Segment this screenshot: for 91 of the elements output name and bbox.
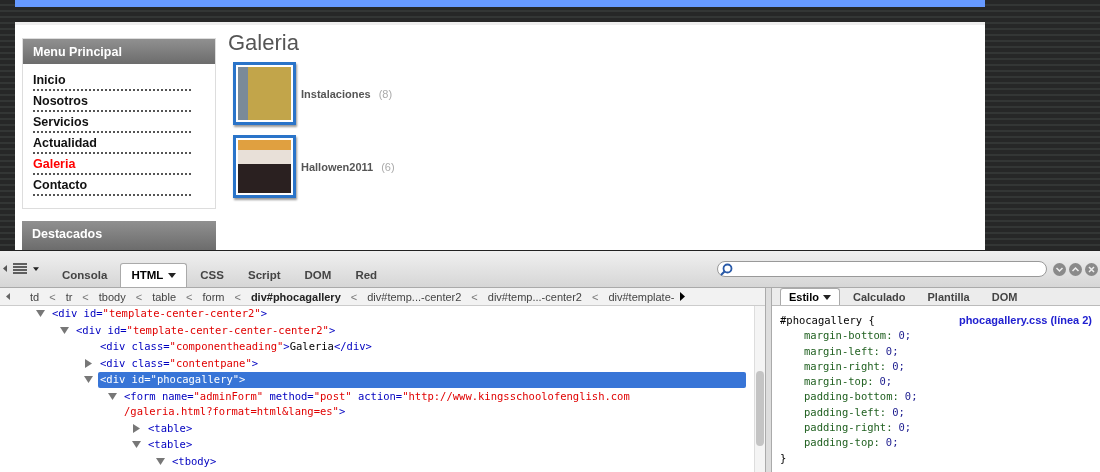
breadcrumb-separator: < [48,290,57,303]
left-arrow-icon[interactable] [6,293,10,300]
breadcrumb-item[interactable]: tbody [92,290,132,303]
album-count: (6) [381,160,395,173]
css-property: margin-bottom: [804,328,893,344]
panel-tab[interactable]: Script [236,263,292,287]
css-selector: #phocagallery { [780,313,875,328]
menu-link[interactable]: Actualidad [33,133,191,154]
album-thumbnail[interactable] [233,62,296,125]
menu-link[interactable]: Nosotros [33,91,191,112]
page-heading: Galeria [228,30,300,56]
collapsed-triangle-icon[interactable] [132,423,141,433]
album-link[interactable]: Instalaciones [301,87,371,100]
panel-tab[interactable]: HTML [120,263,188,287]
search-icon [720,262,733,276]
css-value: 0; [898,420,912,436]
breadcrumb-separator: < [233,290,242,303]
chevron-up-icon[interactable] [1069,262,1082,276]
breadcrumb-item[interactable]: tr [59,290,79,303]
breadcrumb-item[interactable]: div#temp...-center2 [481,290,588,303]
css-value: 0; [898,328,912,344]
right-arrow-icon[interactable] [680,292,686,301]
menu-link[interactable]: Galeria [33,154,191,175]
expanded-triangle-icon[interactable] [132,440,141,450]
breadcrumb-separator: < [134,290,144,303]
album-link[interactable]: Hallowen2011 [301,160,374,173]
menu-link[interactable]: Inicio [33,70,191,91]
side-panel-tab[interactable]: Plantilla [918,288,979,305]
closing-brace: } [780,450,788,466]
html-node[interactable]: <form name="adminForm" method="post" action="http://www.kingsschoolofenglish.com /galeria.html?format=html&lang=es"> [122,388,746,420]
css-property: padding-top: [804,435,880,451]
stylesheet-link[interactable]: phocagallery.css (línea 2) [958,313,1092,329]
css-property: margin-right: [804,358,887,374]
html-node[interactable]: <table> [146,420,746,436]
breadcrumb-separator: < [185,290,194,303]
css-value: 0; [885,343,899,359]
featured-title: Destacados [22,221,216,250]
css-value: 0; [892,358,905,374]
menu-link[interactable]: Contacto [33,175,191,196]
breadcrumb-separator: < [81,290,90,303]
css-value: 0; [904,389,918,405]
expanded-triangle-icon[interactable] [60,325,69,335]
breadcrumb-item[interactable]: form [196,290,231,303]
caret-icon[interactable] [822,294,831,300]
scrollbar[interactable] [754,306,765,472]
html-node[interactable]: <div class="componentheading">Galeria</div> [98,339,746,355]
breadcrumb-separator: < [470,290,479,303]
breadcrumb-separator: < [590,290,600,303]
menu-title: Menu Principal [23,39,215,64]
css-property: margin-left: [804,343,880,359]
breadcrumb-item[interactable]: td [24,290,46,303]
html-node[interactable]: <div id="phocagallery"> [98,372,746,388]
expanded-triangle-icon[interactable] [84,375,93,385]
menu-icon[interactable] [13,263,27,274]
panel-tab[interactable]: CSS [189,263,235,287]
css-property: padding-right: [804,420,893,436]
css-property: padding-bottom: [804,389,899,405]
css-value: 0; [879,374,893,390]
caret-icon[interactable] [33,266,39,271]
css-value: 0; [885,435,899,451]
html-node[interactable]: <div id="template-center-center2"> [50,306,746,322]
panel-tab[interactable]: Consola [51,263,119,287]
close-icon[interactable] [1085,262,1098,276]
caret-icon[interactable] [168,272,177,278]
css-property: margin-top: [804,374,874,390]
html-node[interactable]: <div id="template-center-center-center2"> [74,322,746,338]
css-value: 0; [892,404,905,420]
breadcrumb-item[interactable]: div#template- [602,290,681,303]
album-count: (8) [378,87,393,100]
breadcrumb-item[interactable]: table [146,290,182,303]
breadcrumb-item[interactable]: div#temp...-center2 [361,290,468,303]
panel-tab[interactable]: Red [344,263,389,287]
breadcrumb-item[interactable]: div#phocagallery [244,290,347,303]
album-thumbnail[interactable] [233,135,296,198]
html-node[interactable]: <table> [146,437,746,453]
chevron-down-icon[interactable] [1053,262,1066,276]
breadcrumb-separator: < [349,290,359,303]
menu-link[interactable]: Servicios [33,112,191,133]
expanded-triangle-icon[interactable] [156,456,165,466]
search-field[interactable] [717,261,1047,277]
expanded-triangle-icon[interactable] [108,391,117,401]
css-property: padding-left: [804,404,887,420]
expanded-triangle-icon[interactable] [36,309,45,319]
html-node[interactable]: <tbody> [170,453,746,469]
collapsed-triangle-icon[interactable] [84,358,93,368]
side-panel-tab[interactable]: Estilo [780,288,840,305]
left-arrow-icon[interactable] [3,265,7,272]
side-panel-tab[interactable]: DOM [982,288,1027,305]
html-node[interactable]: <div class="contentpane"> [98,355,746,371]
panel-tab[interactable]: DOM [293,263,343,287]
side-panel-tab[interactable]: Calculado [843,288,915,305]
